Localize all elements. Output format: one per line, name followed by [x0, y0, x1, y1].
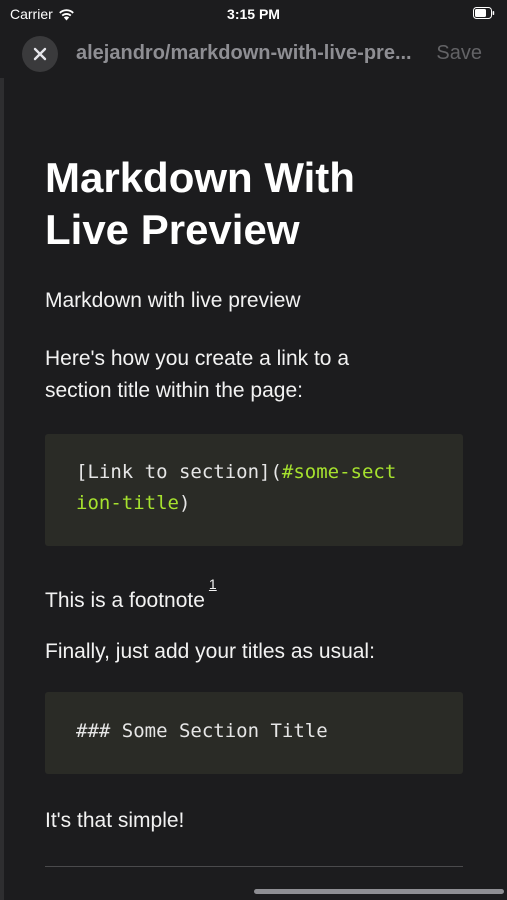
- titles-paragraph: Finally, just add your titles as usual:: [45, 640, 375, 663]
- code-anchor-text: ion-title: [76, 492, 179, 514]
- code-block-section-title: ### Some Section Title: [45, 692, 463, 774]
- home-indicator[interactable]: [254, 889, 504, 894]
- save-button[interactable]: Save: [436, 42, 482, 65]
- footnote-text: This is a footnote: [45, 589, 205, 612]
- footnote-reference-link[interactable]: 1: [209, 576, 217, 592]
- status-time: 3:15 PM: [227, 6, 280, 22]
- closing-paragraph: It's that simple!: [45, 809, 185, 832]
- navigation-bar: alejandro/markdown-with-live-pre... Save: [0, 28, 507, 78]
- markdown-preview[interactable]: Markdown With Live Preview Markdown with…: [0, 78, 507, 900]
- editor-edge-divider: [0, 78, 4, 900]
- link-para-line-1: Here's how you create a link to a: [45, 347, 349, 370]
- code-line: ### Some Section Title: [76, 720, 328, 742]
- code-text: ): [178, 492, 191, 514]
- heading-line-2: Live Preview: [45, 206, 300, 253]
- intro-paragraph: Markdown with live preview: [45, 289, 301, 312]
- close-icon: [33, 47, 47, 61]
- status-bar: Carrier 3:15 PM: [0, 0, 507, 28]
- code-block-link-example: [Link to section](#some-sect ion-title): [45, 434, 463, 546]
- document-path-title: alejandro/markdown-with-live-pre...: [76, 42, 412, 64]
- link-instructions-paragraph: Here's how you create a link to a sectio…: [45, 343, 349, 407]
- footnote-paragraph: This is a footnote1: [45, 576, 217, 617]
- code-line-2: ion-title): [76, 488, 432, 519]
- code-anchor-text: #some-sect: [281, 461, 397, 483]
- heading-line-1: Markdown With: [45, 154, 355, 201]
- link-para-line-2: section title within the page:: [45, 379, 303, 402]
- battery-icon: [473, 7, 495, 19]
- code-text: [Link to section](: [76, 461, 282, 483]
- document-heading: Markdown With Live Preview: [45, 152, 445, 256]
- code-line-1: [Link to section](#some-sect: [76, 457, 432, 488]
- horizontal-rule: [45, 866, 463, 867]
- close-button[interactable]: [22, 36, 58, 72]
